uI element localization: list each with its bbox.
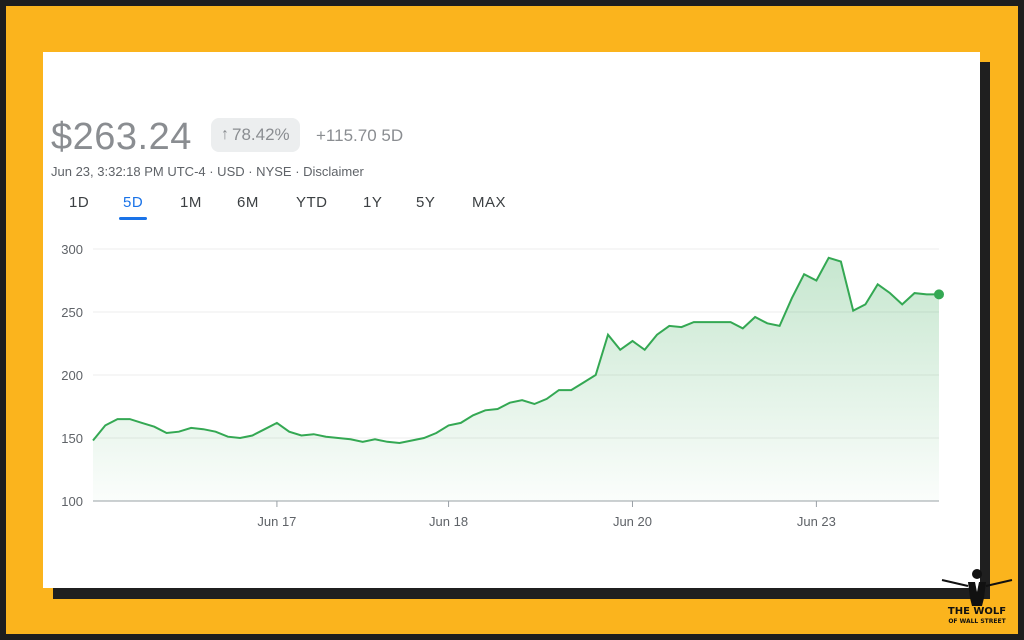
x-tick-label: Jun 20 — [613, 514, 652, 529]
y-tick-label: 200 — [61, 368, 83, 383]
y-tick-label: 250 — [61, 305, 83, 320]
logo-line-1: THE WOLF — [947, 606, 1007, 617]
stock-card: $263.24 ↑ 78.42% +115.70 5D Jun 23, 3:32… — [43, 52, 980, 588]
y-tick-label: 300 — [61, 242, 83, 257]
y-tick-label: 100 — [61, 494, 83, 509]
logo-line-2: OF WALL STREET — [948, 618, 1006, 625]
x-tick-label: Jun 23 — [797, 514, 836, 529]
x-tick-label: Jun 18 — [429, 514, 468, 529]
price-area — [93, 257, 939, 501]
price-chart: 300 250 200 150 100 Jun 17 Jun 18 Jun 20 Jun 23 — [61, 242, 944, 529]
wolf-figure-icon — [941, 569, 1013, 606]
wolf-logo: THE WOLF OF WALL STREET — [938, 566, 1016, 634]
y-tick-label: 150 — [61, 431, 83, 446]
last-price-point[interactable] — [934, 289, 944, 300]
x-tick-label: Jun 17 — [257, 514, 296, 529]
